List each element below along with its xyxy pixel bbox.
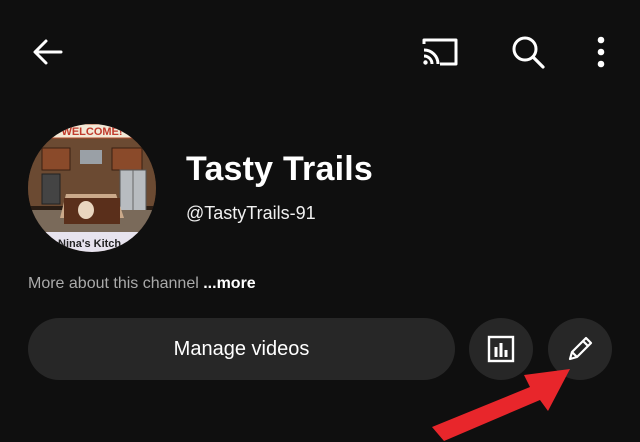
cast-button[interactable] — [412, 28, 468, 76]
svg-text:Nina's Kitch: Nina's Kitch — [58, 238, 121, 250]
channel-avatar[interactable]: WELCOME! Nina's Kitch — [28, 124, 156, 252]
search-button[interactable] — [500, 28, 556, 76]
cast-icon — [422, 38, 458, 66]
kitchen-image: WELCOME! Nina's Kitch — [28, 124, 156, 252]
back-button[interactable] — [22, 28, 74, 76]
bar-chart-icon — [487, 335, 515, 363]
edit-channel-button[interactable] — [548, 318, 612, 380]
more-vertical-icon — [597, 36, 605, 68]
search-icon — [512, 36, 545, 69]
pencil-icon — [568, 336, 593, 361]
more-link[interactable]: ...more — [203, 275, 255, 292]
about-channel-link[interactable]: More about this channel ...more — [28, 275, 256, 293]
more-options-button[interactable] — [580, 28, 622, 76]
about-text: More about this channel — [28, 275, 199, 292]
channel-handle: @TastyTrails-91 — [186, 203, 316, 223]
arrow-left-icon — [33, 39, 63, 65]
channel-name: Tasty Trails — [186, 150, 373, 188]
manage-videos-button[interactable]: Manage videos — [28, 318, 455, 380]
svg-text:WELCOME!: WELCOME! — [61, 126, 122, 138]
analytics-button[interactable] — [469, 318, 533, 380]
